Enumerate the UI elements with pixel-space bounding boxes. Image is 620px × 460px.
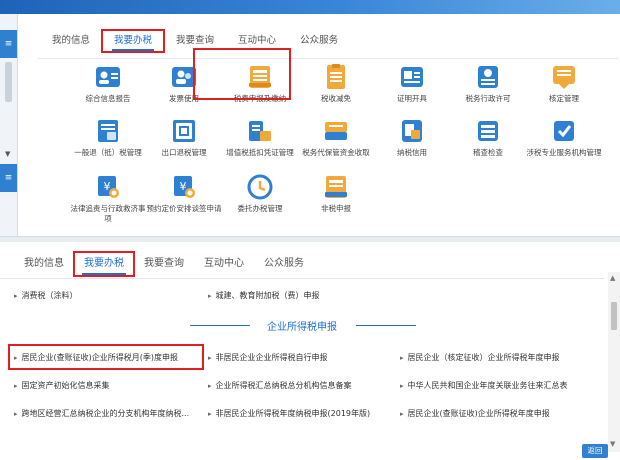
arrow-right-icon: ▸ xyxy=(14,292,18,300)
header-banner xyxy=(0,0,620,14)
refund-icon xyxy=(95,118,121,144)
scroll-thumb[interactable] xyxy=(611,302,617,330)
tab-underline-divider xyxy=(38,58,618,59)
permit-icon xyxy=(475,64,501,90)
link-resident-approved-annual-declare[interactable]: ▸ 居民企业（核定征收）企业所得税年度申报 xyxy=(400,352,560,363)
tab-my-info[interactable]: 我的信息 xyxy=(40,30,102,52)
item-tax-credit[interactable]: 纳税信用 xyxy=(372,118,452,158)
arrow-right-icon: ▸ xyxy=(14,382,18,390)
bottom-tab-bar: 我的信息 我要办税 我要查询 互动中心 公众服务 xyxy=(14,251,314,277)
item-general-refund[interactable]: 一般退（抵）税管理 xyxy=(68,118,148,158)
item-legal-remedy[interactable]: ¥ 法律追责与行政救济事项 xyxy=(68,174,148,224)
item-non-tax[interactable]: 非税申报 xyxy=(296,174,376,214)
tax-relief-icon xyxy=(323,64,349,90)
left-sidebar-strip: ≡ ▼ ≡ xyxy=(0,14,18,236)
tab-tax-handling[interactable]: 我要办税 xyxy=(73,251,135,277)
scroll-down-icon[interactable]: ▼ xyxy=(610,440,615,448)
vat-voucher-icon xyxy=(247,118,273,144)
legal-yuan-icon: ¥ xyxy=(95,174,121,200)
link-related-party-summary[interactable]: ▸ 中华人民共和国企业年度关联业务往来汇总表 xyxy=(400,380,568,391)
link-urban-education-surcharge[interactable]: ▸ 城建、教育附加税（费）申报 xyxy=(208,290,320,301)
id-card-icon xyxy=(95,64,121,90)
content-scrollbar[interactable]: ▲ ▼ xyxy=(608,272,620,452)
item-vat-voucher[interactable]: 增值税抵扣凭证管理 xyxy=(220,118,300,158)
non-tax-icon xyxy=(323,174,349,200)
tab-tax-handling[interactable]: 我要办税 xyxy=(101,29,166,53)
sidebar-down-arrow-icon[interactable]: ▼ xyxy=(5,150,10,158)
link-consumption-tax[interactable]: ▸ 消费税（涂料） xyxy=(14,290,78,301)
custody-funds-icon xyxy=(323,118,349,144)
item-info-report[interactable]: 综合信息报告 xyxy=(68,64,148,104)
tab-query[interactable]: 我要查询 xyxy=(134,252,194,276)
item-delegate-mgmt[interactable]: 委托办税管理 xyxy=(220,174,300,214)
arrow-right-icon: ▸ xyxy=(400,354,404,362)
bottom-service-panel: 我的信息 我要办税 我要查询 互动中心 公众服务 ▸ 消费税（涂料） ▸ 城建、教育… xyxy=(0,242,620,460)
delegate-icon xyxy=(247,174,273,200)
export-refund-icon xyxy=(171,118,197,144)
arrow-right-icon: ▸ xyxy=(208,292,212,300)
sidebar-scrollbar[interactable] xyxy=(5,62,12,102)
link-cross-region-branch-annual[interactable]: ▸ 跨地区经营汇总纳税企业的分支机构年度纳税... xyxy=(14,408,189,419)
sidebar-section-button[interactable]: ≡ xyxy=(0,164,17,192)
item-inspection[interactable]: 稽查检查 xyxy=(448,118,528,158)
link-nonresident-self-declare[interactable]: ▸ 非居民企业企业所得税自行申报 xyxy=(208,352,328,363)
pricing-yuan-icon: ¥ xyxy=(171,174,197,200)
link-fixed-asset-init[interactable]: ▸ 固定资产初始化信息采集 xyxy=(14,380,110,391)
item-certificate[interactable]: 证明开具 xyxy=(372,64,452,104)
sidebar-toggle-button[interactable]: ≡ xyxy=(0,30,17,58)
tab-interaction[interactable]: 互动中心 xyxy=(194,252,254,276)
section-line-left xyxy=(190,325,250,326)
return-button[interactable]: 返回 xyxy=(582,444,608,458)
inspection-icon xyxy=(475,118,501,144)
tab-public-service[interactable]: 公众服务 xyxy=(254,252,314,276)
item-agency-mgmt[interactable]: 涉税专业服务机构管理 xyxy=(524,118,604,158)
arrow-right-icon: ▸ xyxy=(208,354,212,362)
credit-icon xyxy=(399,118,425,144)
section-title-enterprise-income-tax: 企业所得税申报 xyxy=(0,318,604,333)
highlight-resident-quarterly-declare xyxy=(8,344,204,370)
link-consolidated-branch-filing[interactable]: ▸ 企业所得税汇总纳税总分机构信息备案 xyxy=(208,380,352,391)
arrow-right-icon: ▸ xyxy=(14,410,18,418)
arrow-right-icon: ▸ xyxy=(400,410,404,418)
highlight-tax-declare xyxy=(193,48,291,100)
approval-icon xyxy=(551,64,577,90)
item-tax-relief[interactable]: 税收减免 xyxy=(296,64,376,104)
item-admin-permit[interactable]: 税务行政许可 xyxy=(448,64,528,104)
link-nonresident-annual-2019[interactable]: ▸ 非居民企业所得税年度纳税申报(2019年版) xyxy=(208,408,370,419)
scroll-up-icon[interactable]: ▲ xyxy=(610,274,615,282)
item-pricing-arrangement[interactable]: ¥ 预约定价安排谈签申请 xyxy=(144,174,224,214)
top-service-panel: 我的信息 我要办税 我要查询 互动中心 公众服务 综合信息报告 发票使用 税费申… xyxy=(18,14,620,236)
certificate-icon xyxy=(399,64,425,90)
link-resident-audit-annual-declare[interactable]: ▸ 居民企业(查账征收)企业所得税年度申报 xyxy=(400,408,550,419)
tab-public-service[interactable]: 公众服务 xyxy=(288,30,350,52)
agency-icon xyxy=(551,118,577,144)
section-line-right xyxy=(356,325,416,326)
arrow-right-icon: ▸ xyxy=(208,410,212,418)
item-export-refund[interactable]: 出口退税管理 xyxy=(144,118,224,158)
item-approval-mgmt[interactable]: 核定管理 xyxy=(524,64,604,104)
item-custody-funds[interactable]: 税务代保管资金收取 xyxy=(296,118,376,158)
arrow-right-icon: ▸ xyxy=(208,382,212,390)
tab-my-info[interactable]: 我的信息 xyxy=(14,252,74,276)
tab-underline-divider xyxy=(0,278,604,279)
arrow-right-icon: ▸ xyxy=(400,382,404,390)
